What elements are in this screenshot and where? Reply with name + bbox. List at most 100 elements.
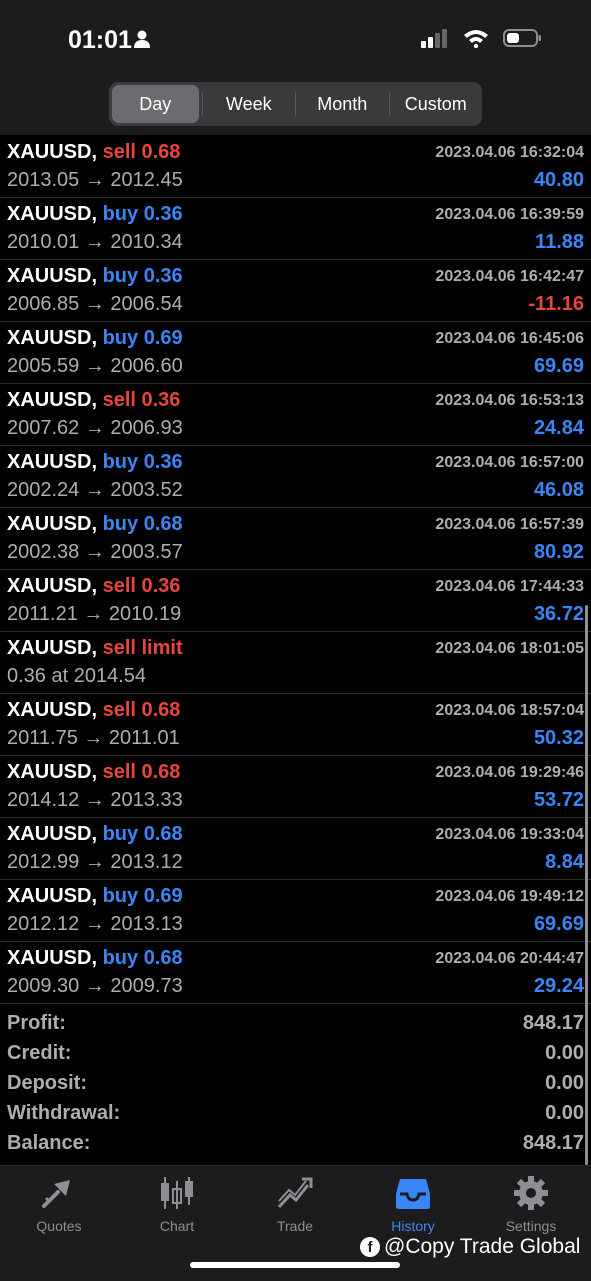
trade-side: buy xyxy=(102,513,139,535)
scroll-indicator[interactable] xyxy=(585,605,588,1165)
summary-value: 848.17 xyxy=(522,1012,584,1034)
trade-symbol: XAUUSD, xyxy=(7,513,98,535)
settings-icon xyxy=(512,1174,550,1212)
trade-time: 2023.04.06 17:44:33 xyxy=(435,578,584,595)
facebook-icon: f xyxy=(360,1237,380,1257)
segment-month[interactable]: Month xyxy=(299,85,386,123)
summary-row-credit: Credit: 0.00 xyxy=(0,1038,591,1068)
trade-row[interactable]: XAUUSD, buy 0.69 2023.04.06 16:45:06 200… xyxy=(0,322,591,384)
account-summary: Profit: 848.17 Credit: 0.00 Deposit: 0.0… xyxy=(0,1008,591,1158)
trade-side: buy xyxy=(102,203,139,225)
trade-prices: 2013.05 → 2012.45 xyxy=(7,169,183,191)
trade-side: buy xyxy=(102,451,139,473)
trade-symbol: XAUUSD, xyxy=(7,141,98,163)
trade-row[interactable]: XAUUSD, sell 0.68 2023.04.06 18:57:04 20… xyxy=(0,694,591,756)
trade-row[interactable]: XAUUSD, buy 0.36 2023.04.06 16:39:59 201… xyxy=(0,198,591,260)
tab-quotes[interactable]: Quotes xyxy=(0,1174,118,1238)
summary-row-balance: Balance: 848.17 xyxy=(0,1128,591,1158)
summary-value: 0.00 xyxy=(545,1042,584,1064)
trade-profit: 11.88 xyxy=(535,231,584,253)
chart-icon xyxy=(158,1174,196,1212)
trade-row[interactable]: XAUUSD, buy 0.68 2023.04.06 19:33:04 201… xyxy=(0,818,591,880)
segment-custom[interactable]: Custom xyxy=(393,85,480,123)
trade-prices: 2006.85 → 2006.54 xyxy=(7,293,183,315)
trade-prices: 2012.99 → 2013.12 xyxy=(7,851,183,873)
trade-time: 2023.04.06 19:29:46 xyxy=(435,764,584,781)
trade-row[interactable]: XAUUSD, sell 0.36 2023.04.06 17:44:33 20… xyxy=(0,570,591,632)
trade-prices: 2010.01 → 2010.34 xyxy=(7,231,183,253)
summary-row-deposit: Deposit: 0.00 xyxy=(0,1068,591,1098)
trade-profit: 53.72 xyxy=(533,789,584,811)
trade-symbol: XAUUSD, xyxy=(7,451,98,473)
trade-side: buy xyxy=(102,327,139,349)
trade-volume: 0.68 xyxy=(143,513,183,535)
trade-time: 2023.04.06 20:44:47 xyxy=(435,950,584,967)
trade-time: 2023.04.06 18:01:05 xyxy=(435,640,584,657)
trade-symbol: XAUUSD, xyxy=(7,637,98,659)
order-details: 0.36 at 2014.54 xyxy=(7,665,147,687)
period-selector-area: Day Week Month Custom xyxy=(0,78,591,135)
trade-row[interactable]: XAUUSD, buy 0.36 2023.04.06 16:57:00 200… xyxy=(0,446,591,508)
trade-row[interactable]: XAUUSD, buy 0.68 2023.04.06 16:57:39 200… xyxy=(0,508,591,570)
home-indicator[interactable] xyxy=(190,1262,400,1268)
trade-symbol: XAUUSD, xyxy=(7,885,98,907)
trade-profit: 8.84 xyxy=(545,851,584,873)
trade-profit: 46.08 xyxy=(533,479,584,501)
trade-row[interactable]: XAUUSD, sell 0.68 2023.04.06 19:29:46 20… xyxy=(0,756,591,818)
trade-profit: 24.84 xyxy=(533,417,584,439)
tab-label: Chart xyxy=(159,1218,195,1234)
trade-prices: 2002.38 → 2003.57 xyxy=(7,541,183,563)
trade-time: 2023.04.06 16:57:00 xyxy=(435,454,584,471)
trade-symbol: XAUUSD, xyxy=(7,575,98,597)
trade-history-list: XAUUSD, sell 0.68 2023.04.06 16:32:04 20… xyxy=(0,136,591,1004)
trade-row[interactable]: XAUUSD, buy 0.36 2023.04.06 16:42:47 200… xyxy=(0,260,591,322)
trade-prices: 2011.21 → 2010.19 xyxy=(7,603,182,625)
trade-time: 2023.04.06 19:33:04 xyxy=(435,826,584,843)
trade-row[interactable]: XAUUSD, buy 0.68 2023.04.06 20:44:47 200… xyxy=(0,942,591,1004)
trade-time: 2023.04.06 16:57:39 xyxy=(435,516,584,533)
trade-row[interactable]: XAUUSD, buy 0.69 2023.04.06 19:49:12 201… xyxy=(0,880,591,942)
trade-symbol: XAUUSD, xyxy=(7,823,98,845)
trade-row[interactable]: XAUUSD, sell 0.68 2023.04.06 16:32:04 20… xyxy=(0,136,591,198)
summary-label: Credit: xyxy=(7,1042,72,1064)
trade-time: 2023.04.06 18:57:04 xyxy=(435,702,584,719)
period-segmented-control: Day Week Month Custom xyxy=(109,82,482,126)
trade-side: sell xyxy=(102,575,136,597)
trade-profit: 29.24 xyxy=(533,975,584,997)
tab-chart[interactable]: Chart xyxy=(118,1174,236,1238)
cellular-signal-icon xyxy=(421,28,449,53)
segment-week[interactable]: Week xyxy=(206,85,293,123)
trade-prices: 2014.12 → 2013.33 xyxy=(7,789,183,811)
trade-volume: 0.68 xyxy=(141,761,181,783)
status-bar: 01:01 xyxy=(0,0,591,78)
summary-value: 0.00 xyxy=(545,1072,584,1094)
status-icons xyxy=(421,28,543,53)
trade-volume: 0.68 xyxy=(141,699,181,721)
segment-day[interactable]: Day xyxy=(112,85,199,123)
trade-profit: 36.72 xyxy=(533,603,584,625)
trade-side: buy xyxy=(102,947,139,969)
trade-prices: 2002.24 → 2003.52 xyxy=(7,479,183,501)
tab-history[interactable]: History xyxy=(354,1174,472,1238)
trade-icon xyxy=(276,1174,314,1212)
order-row[interactable]: XAUUSD, sell limit 2023.04.06 18:01:05 0… xyxy=(0,632,591,694)
summary-label: Profit: xyxy=(7,1012,66,1034)
trade-symbol: XAUUSD, xyxy=(7,761,98,783)
trade-side: sell xyxy=(102,637,136,659)
trade-prices: 2011.75 → 2011.01 xyxy=(7,727,180,749)
trade-time: 2023.04.06 16:45:06 xyxy=(435,330,584,347)
trade-symbol: XAUUSD, xyxy=(7,265,98,287)
trade-time: 2023.04.06 16:39:59 xyxy=(435,206,584,223)
trade-side: sell xyxy=(102,389,136,411)
tab-label: Trade xyxy=(276,1218,314,1234)
trade-volume: 0.36 xyxy=(143,451,183,473)
tab-settings[interactable]: Settings xyxy=(472,1174,590,1238)
tab-trade[interactable]: Trade xyxy=(236,1174,354,1238)
trade-symbol: XAUUSD, xyxy=(7,327,98,349)
battery-icon xyxy=(503,28,543,53)
status-time: 01:01 xyxy=(68,26,132,54)
tab-label: Quotes xyxy=(36,1218,82,1234)
trade-row[interactable]: XAUUSD, sell 0.36 2023.04.06 16:53:13 20… xyxy=(0,384,591,446)
person-icon xyxy=(134,30,150,53)
trade-prices: 2009.30 → 2009.73 xyxy=(7,975,183,997)
